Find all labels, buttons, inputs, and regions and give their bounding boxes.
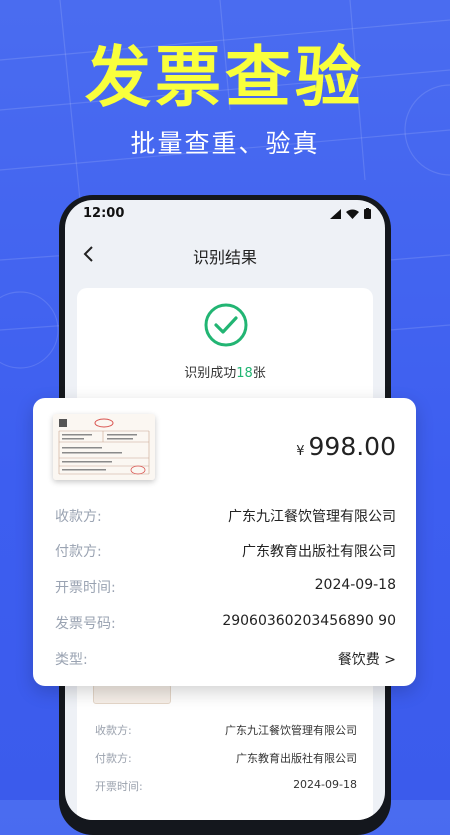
invoice-amount: ¥998.00 bbox=[296, 432, 396, 461]
payer-row: 付款方: 广东教育出版社有限公司 bbox=[95, 750, 357, 766]
wifi-icon bbox=[346, 209, 359, 219]
type-label: 类型: bbox=[55, 652, 88, 668]
issue-date-label: 开票时间: bbox=[55, 580, 116, 596]
success-suffix: 张 bbox=[252, 366, 266, 381]
issue-date-row: 开票时间: 2024-09-18 bbox=[55, 577, 396, 597]
payer-row: 付款方: 广东教育出版社有限公司 bbox=[55, 541, 396, 561]
invoice-card-secondary[interactable]: 收款方: 广东九江餐饮管理有限公司 付款方: 广东教育出版社有限公司 开票时间:… bbox=[77, 670, 373, 820]
date-row: 开票时间: 2024-09-18 bbox=[95, 778, 357, 794]
payer-value: 广东教育出版社有限公司 bbox=[242, 544, 396, 560]
type-row[interactable]: 类型: 餐饮费 > bbox=[55, 649, 396, 669]
invoice-card[interactable]: ¥998.00 收款方: 广东九江餐饮管理有限公司 付款方: 广东教育出版社有限… bbox=[33, 398, 416, 686]
invoice-thumbnail bbox=[53, 414, 155, 480]
field-value: 广东九江餐饮管理有限公司 bbox=[225, 724, 357, 737]
field-value: 广东教育出版社有限公司 bbox=[236, 752, 357, 765]
success-prefix: 识别成功 bbox=[184, 366, 237, 381]
hero-title: 发票查验 bbox=[85, 39, 365, 116]
battery-icon bbox=[364, 208, 371, 219]
currency-symbol: ¥ bbox=[296, 444, 305, 459]
status-icons bbox=[330, 208, 371, 219]
payee-row: 收款方: 广东九江餐饮管理有限公司 bbox=[95, 722, 357, 738]
signal-icon bbox=[330, 208, 341, 219]
payee-row: 收款方: 广东九江餐饮管理有限公司 bbox=[55, 506, 396, 526]
check-circle-icon bbox=[204, 303, 248, 347]
payee-label: 收款方: bbox=[55, 509, 102, 525]
invoice-number-label: 发票号码: bbox=[55, 616, 116, 632]
amount-value: 998.00 bbox=[308, 432, 396, 461]
field-label: 开票时间: bbox=[95, 780, 143, 793]
success-count: 18 bbox=[236, 366, 253, 381]
page-title: 识别结果 bbox=[192, 248, 257, 267]
payee-value: 广东九江餐饮管理有限公司 bbox=[228, 509, 396, 525]
status-time: 12:00 bbox=[83, 206, 125, 221]
invoice-thumbnail-secondary bbox=[93, 684, 171, 704]
field-value: 2024-09-18 bbox=[293, 778, 357, 791]
invoice-number-value: 29060360203456890 90 bbox=[222, 613, 396, 629]
hero-subtitle: 批量查重、验真 bbox=[130, 129, 320, 158]
type-value[interactable]: 餐饮费 > bbox=[338, 649, 396, 669]
issue-date-value: 2024-09-18 bbox=[314, 577, 396, 593]
success-message: 识别成功18张 bbox=[77, 362, 373, 381]
field-label: 收款方: bbox=[95, 724, 132, 737]
invoice-number-row: 发票号码: 29060360203456890 90 bbox=[55, 613, 396, 633]
payer-label: 付款方: bbox=[55, 544, 102, 560]
field-label: 付款方: bbox=[95, 752, 132, 765]
